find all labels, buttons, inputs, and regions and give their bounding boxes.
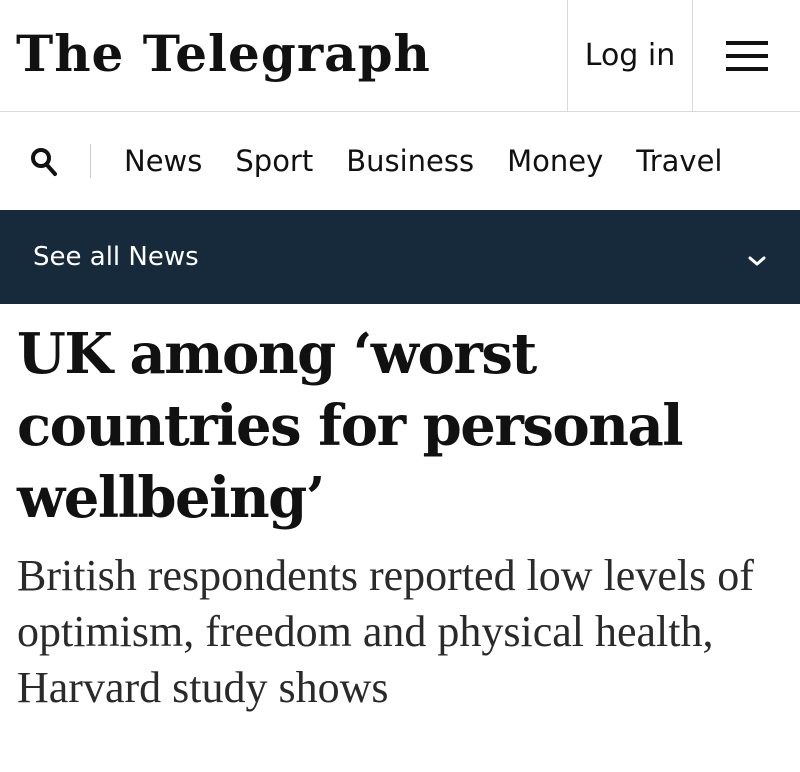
search-icon[interactable] [30,147,58,177]
nav-items: News Sport Business Money Travel [124,112,756,210]
article-headline: UK among ‘worst countries for personal w… [17,321,684,531]
section-nav: News Sport Business Money Travel [0,112,800,210]
chevron-down-icon [748,256,766,266]
nav-item-travel[interactable]: Travel [636,144,722,178]
site-header: The Telegraph Log in [0,0,800,112]
nav-item-sport[interactable]: Sport [235,144,313,178]
see-all-news-dropdown[interactable]: See all News [0,210,800,304]
nav-item-news[interactable]: News [124,144,202,178]
nav-divider [90,144,91,178]
article-standfirst: British respondents reported low levels … [17,551,754,712]
nav-scroll-fade [720,112,800,210]
login-button[interactable]: Log in [567,0,693,111]
hamburger-menu-icon [725,40,768,71]
page: The Telegraph Log in News Sport Business… [0,0,800,772]
menu-button[interactable] [693,0,800,111]
nav-item-money[interactable]: Money [507,144,603,178]
site-logo[interactable]: The Telegraph [16,14,431,94]
see-all-label: See all News [33,242,199,272]
nav-item-business[interactable]: Business [346,144,474,178]
